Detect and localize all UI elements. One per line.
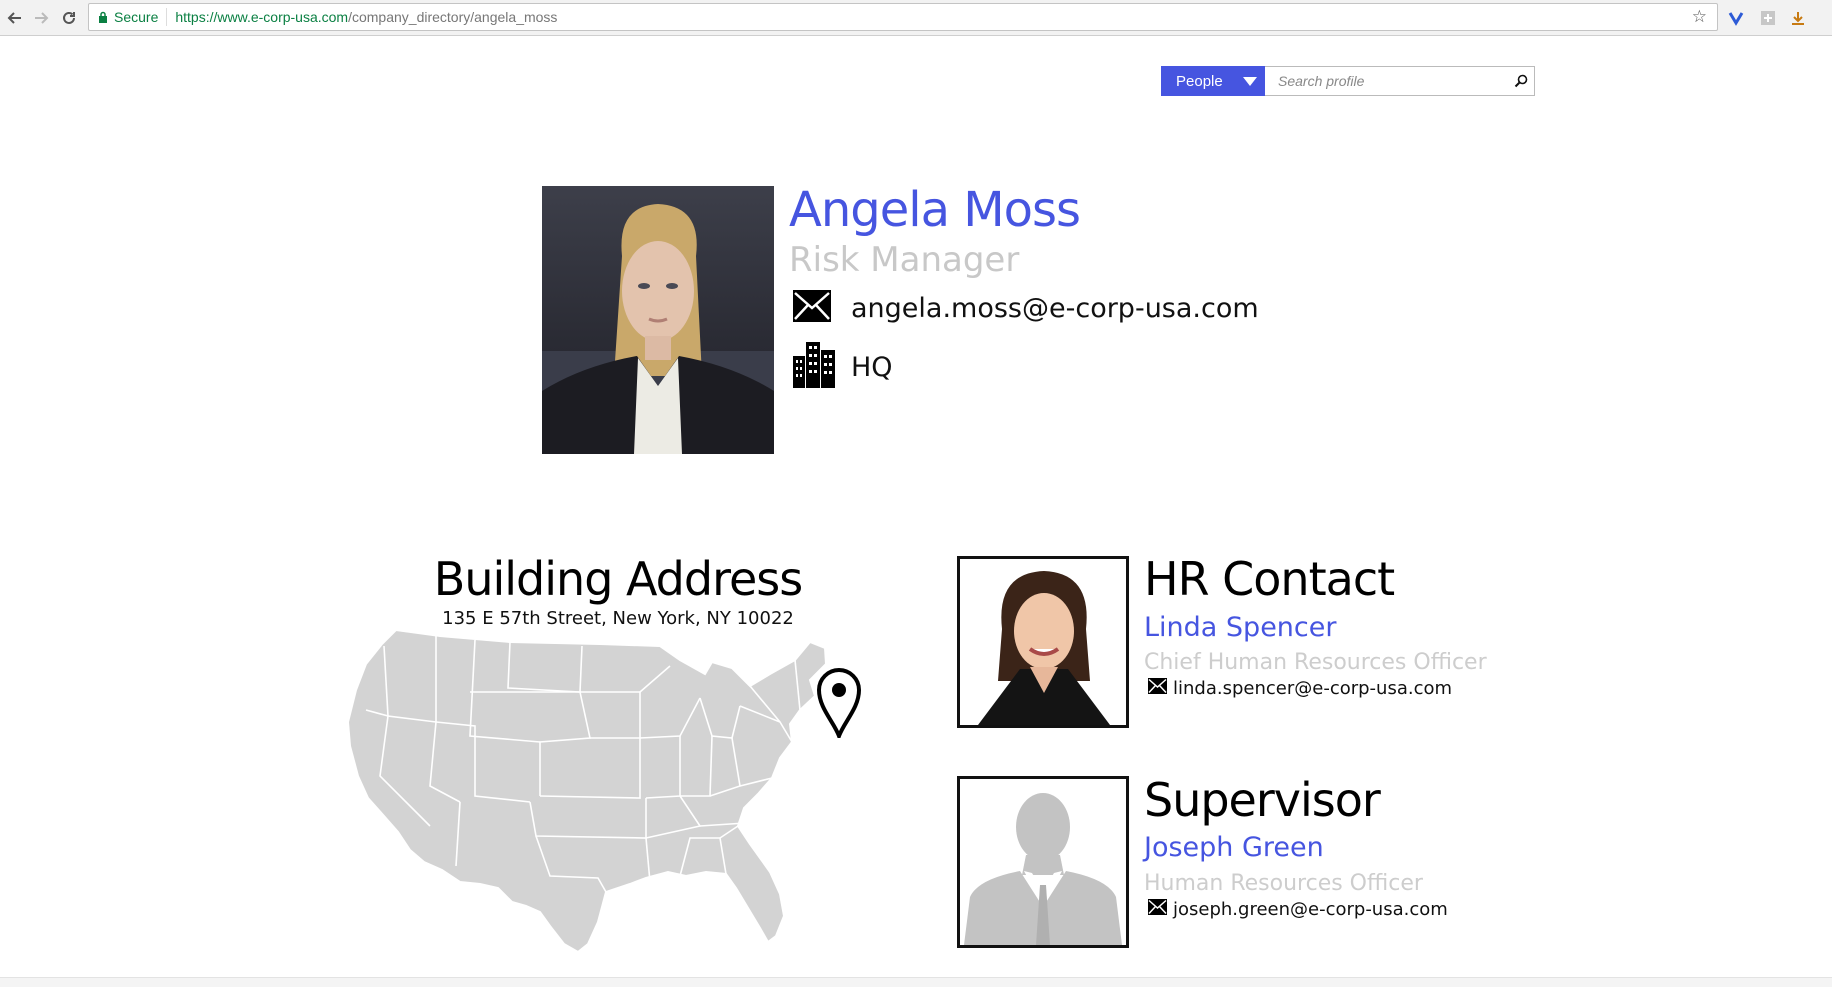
profile-email[interactable]: angela.moss@e-corp-usa.com [851, 293, 1259, 324]
back-icon[interactable] [4, 7, 26, 29]
hr-contact-heading: HR Contact [1144, 552, 1395, 606]
supervisor-title: Human Resources Officer [1144, 871, 1423, 896]
building-icon [793, 342, 835, 393]
profile-name: Angela Moss [789, 182, 1081, 238]
chevron-down-icon [1243, 77, 1257, 86]
omnibox-divider [166, 8, 168, 26]
supervisor-email[interactable]: joseph.green@e-corp-usa.com [1173, 899, 1448, 920]
url-path: /company_directory/angela_moss [348, 9, 558, 25]
secure-label: Secure [114, 9, 159, 25]
download-icon[interactable] [1788, 8, 1808, 28]
address-bar[interactable]: Secure https://www.e-corp-usa.com/compan… [88, 3, 1718, 31]
reload-icon[interactable] [58, 7, 80, 29]
profile-title: Risk Manager [789, 240, 1020, 280]
browser-toolbar: Secure https://www.e-corp-usa.com/compan… [0, 0, 1832, 36]
supervisor-heading: Supervisor [1144, 773, 1381, 827]
profile-location: HQ [851, 352, 893, 383]
search-scope-label: People [1176, 72, 1223, 90]
supervisor-email-row: joseph.green@e-corp-usa.com [1148, 899, 1448, 920]
person-silhouette-icon [960, 779, 1126, 945]
star-icon[interactable]: ☆ [1692, 8, 1707, 26]
forward-icon[interactable] [30, 7, 52, 29]
supervisor-photo [957, 776, 1129, 948]
extension-icon[interactable] [1726, 8, 1746, 28]
search-scope-dropdown[interactable]: People [1161, 66, 1265, 96]
building-address-heading: Building Address [433, 552, 803, 606]
hr-contact-name[interactable]: Linda Spencer [1144, 612, 1336, 643]
hr-contact-photo [957, 556, 1129, 728]
hr-contact-email-row: linda.spencer@e-corp-usa.com [1148, 678, 1452, 699]
map-pin-icon [816, 666, 862, 743]
profile-email-row: angela.moss@e-corp-usa.com [793, 290, 1259, 327]
hr-contact-email[interactable]: linda.spencer@e-corp-usa.com [1173, 678, 1452, 699]
envelope-icon [793, 290, 831, 327]
profile-photo [542, 186, 774, 454]
url-host: https://www.e-corp-usa.com [175, 9, 349, 25]
envelope-icon [1148, 678, 1167, 699]
search-bar: People [1161, 66, 1535, 96]
search-input[interactable] [1265, 66, 1535, 96]
envelope-icon [1148, 899, 1167, 920]
profile-location-row: HQ [793, 342, 893, 393]
hr-contact-title: Chief Human Resources Officer [1144, 650, 1487, 675]
search-icon[interactable] [1511, 71, 1531, 91]
supervisor-name[interactable]: Joseph Green [1144, 832, 1324, 863]
puzzle-icon[interactable] [1758, 8, 1778, 28]
lock-icon [99, 11, 107, 23]
